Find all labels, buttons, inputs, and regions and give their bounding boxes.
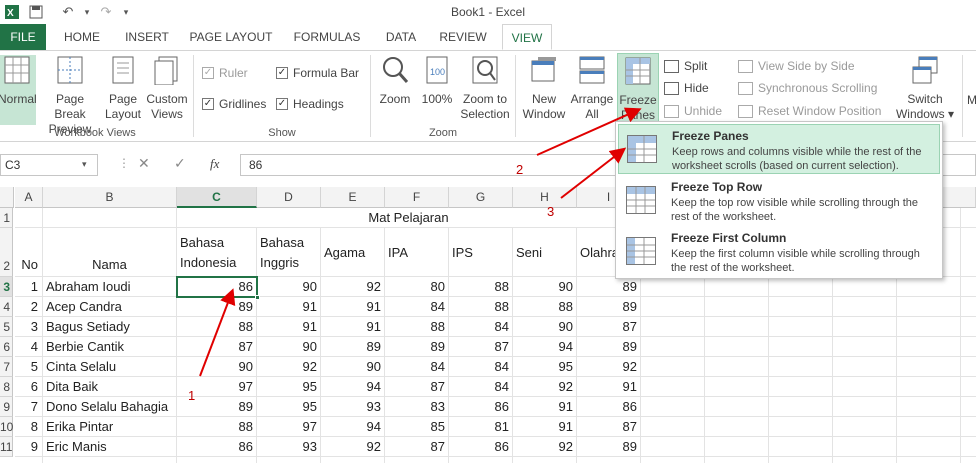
annotation-label-1: 1 — [188, 388, 196, 403]
annotation-arrows — [199, 107, 642, 377]
annotation-label-3: 3 — [547, 204, 555, 219]
arrow-2 — [536, 107, 642, 156]
annotation-label-2: 2 — [516, 162, 524, 177]
arrow-3 — [560, 147, 627, 199]
arrow-1 — [199, 288, 236, 377]
